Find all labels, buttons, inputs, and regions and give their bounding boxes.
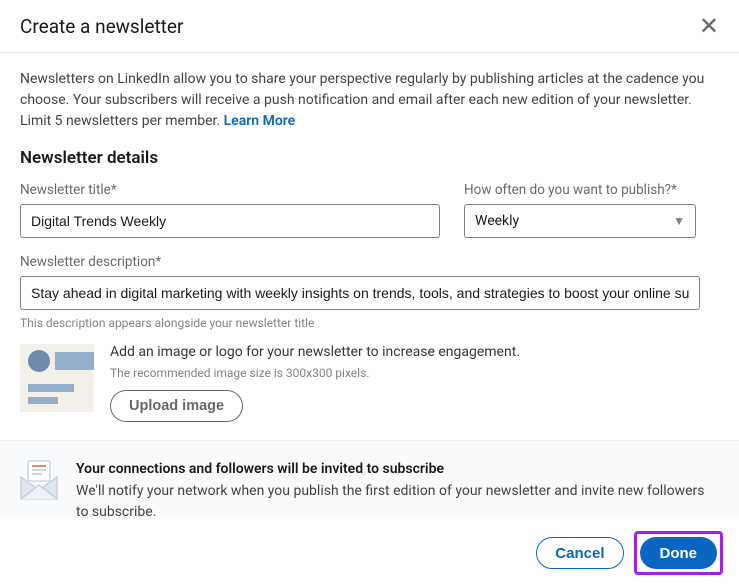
done-highlight-box: Done <box>634 531 724 575</box>
section-heading: Newsletter details <box>20 148 719 168</box>
frequency-label: How often do you want to publish?* <box>464 182 696 198</box>
field-frequency: How often do you want to publish?* Weekl… <box>464 182 696 238</box>
create-newsletter-modal: Create a newsletter ✕ Newsletters on Lin… <box>0 0 739 587</box>
intro-copy: Newsletters on LinkedIn allow you to sha… <box>20 71 704 129</box>
modal-title: Create a newsletter <box>20 15 183 38</box>
envelope-icon <box>20 465 58 495</box>
modal-scroll-area[interactable]: Newsletters on LinkedIn allow you to sha… <box>0 53 739 519</box>
chevron-down-icon: ▼ <box>673 214 685 228</box>
upload-title: Add an image or logo for your newsletter… <box>110 344 719 360</box>
newsletter-description-input[interactable] <box>20 276 700 310</box>
field-title: Newsletter title* <box>20 182 440 238</box>
close-icon[interactable]: ✕ <box>699 14 719 38</box>
title-label: Newsletter title* <box>20 182 440 198</box>
notice-body: We'll notify your network when you publi… <box>76 481 719 519</box>
invite-notice: Your connections and followers will be i… <box>0 440 739 519</box>
learn-more-link[interactable]: Learn More <box>224 113 296 129</box>
upload-image-button[interactable]: Upload image <box>110 390 243 422</box>
notice-title: Your connections and followers will be i… <box>76 461 719 477</box>
frequency-select[interactable]: Weekly ▼ <box>464 204 696 238</box>
field-description: Newsletter description* This description… <box>20 254 719 330</box>
cancel-button[interactable]: Cancel <box>536 537 623 569</box>
description-hint: This description appears alongside your … <box>20 316 719 330</box>
description-label: Newsletter description* <box>20 254 719 270</box>
upload-section: Add an image or logo for your newsletter… <box>20 344 719 422</box>
frequency-value: Weekly <box>475 213 519 229</box>
upload-subtitle: The recommended image size is 300x300 pi… <box>110 366 719 380</box>
modal-header: Create a newsletter ✕ <box>0 0 739 52</box>
image-placeholder-icon <box>20 344 94 412</box>
newsletter-title-input[interactable] <box>20 204 440 238</box>
modal-footer: Cancel Done <box>0 519 739 587</box>
done-button[interactable]: Done <box>640 537 718 569</box>
intro-text: Newsletters on LinkedIn allow you to sha… <box>20 69 719 132</box>
